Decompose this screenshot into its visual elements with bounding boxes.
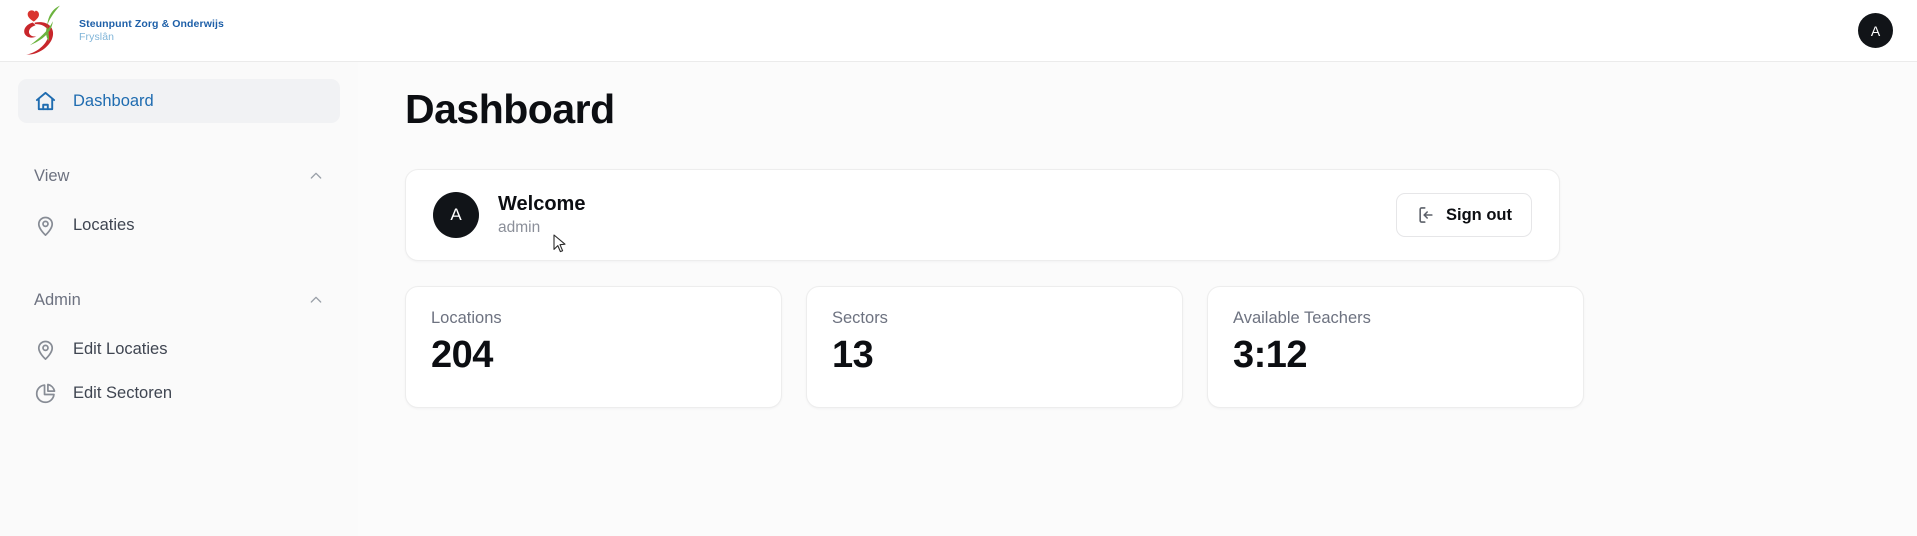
logout-icon	[1419, 207, 1433, 223]
sidebar-item-locaties-label: Locaties	[73, 215, 135, 234]
home-icon	[35, 91, 56, 110]
welcome-card: A Welcome admin Sign out	[405, 169, 1560, 261]
sidebar-item-dashboard[interactable]: Dashboard	[18, 79, 340, 123]
user-avatar-initial: A	[1870, 22, 1881, 39]
stat-card-sectors-value: 13	[832, 334, 874, 376]
welcome-username: admin	[498, 219, 541, 236]
stat-cards: Locations 204 Sectors 13 Available Teach…	[405, 286, 1869, 408]
app-shell: Dashboard View Locaties Admin Edit Locat…	[0, 62, 1917, 536]
brand-logo[interactable]: Steunpunt Zorg & Onderwijs Fryslân	[18, 3, 224, 59]
sidebar-group-admin-label: Admin	[34, 290, 81, 309]
chevron-up-icon	[310, 296, 322, 303]
sidebar-item-edit-sectoren[interactable]: Edit Sectoren	[18, 371, 340, 415]
sidebar-group-admin-items: Edit Locaties Edit Sectoren	[18, 327, 340, 415]
welcome-avatar-initial: A	[450, 205, 462, 224]
sidebar-group-admin[interactable]: Admin	[18, 285, 340, 315]
sidebar-group-view-label: View	[34, 166, 70, 185]
welcome-avatar: A	[433, 192, 479, 238]
swoosh-heart-logo-icon	[24, 5, 60, 55]
stat-card-available-teachers-label: Available Teachers	[1233, 309, 1371, 327]
stat-card-locations: Locations 204	[405, 286, 782, 408]
sign-out-button[interactable]: Sign out	[1396, 193, 1532, 237]
sidebar-group-view-items: Locaties	[18, 203, 340, 247]
sidebar: Dashboard View Locaties Admin Edit Locat…	[0, 62, 358, 536]
stat-card-sectors-label: Sectors	[832, 309, 888, 327]
sidebar-item-dashboard-label: Dashboard	[73, 91, 154, 110]
top-bar: Steunpunt Zorg & Onderwijs Fryslân A	[0, 0, 1917, 62]
main-content: Dashboard A Welcome admin Sign out Locat…	[358, 62, 1917, 536]
stat-card-sectors: Sectors 13	[806, 286, 1183, 408]
welcome-title: Welcome	[498, 193, 586, 215]
page-title: Dashboard	[405, 86, 615, 132]
stat-card-locations-value: 204	[431, 334, 493, 376]
map-pin-icon	[37, 340, 54, 360]
brand-subtitle: Fryslân	[79, 30, 115, 43]
sign-out-label: Sign out	[1446, 205, 1512, 224]
sidebar-item-locaties[interactable]: Locaties	[18, 203, 340, 247]
user-avatar[interactable]: A	[1858, 13, 1893, 48]
map-pin-icon	[37, 216, 54, 236]
sidebar-item-edit-sectoren-label: Edit Sectoren	[73, 383, 173, 402]
sidebar-group-view[interactable]: View	[18, 161, 340, 191]
stat-card-available-teachers: Available Teachers 3:12	[1207, 286, 1584, 408]
sidebar-item-edit-locaties[interactable]: Edit Locaties	[18, 327, 340, 371]
brand-title: Steunpunt Zorg & Onderwijs	[79, 18, 224, 31]
chevron-up-icon	[310, 172, 322, 179]
stat-card-locations-label: Locations	[431, 309, 502, 327]
sidebar-item-edit-locaties-label: Edit Locaties	[73, 339, 168, 358]
pie-chart-icon	[35, 383, 56, 403]
stat-card-available-teachers-value: 3:12	[1233, 334, 1308, 376]
